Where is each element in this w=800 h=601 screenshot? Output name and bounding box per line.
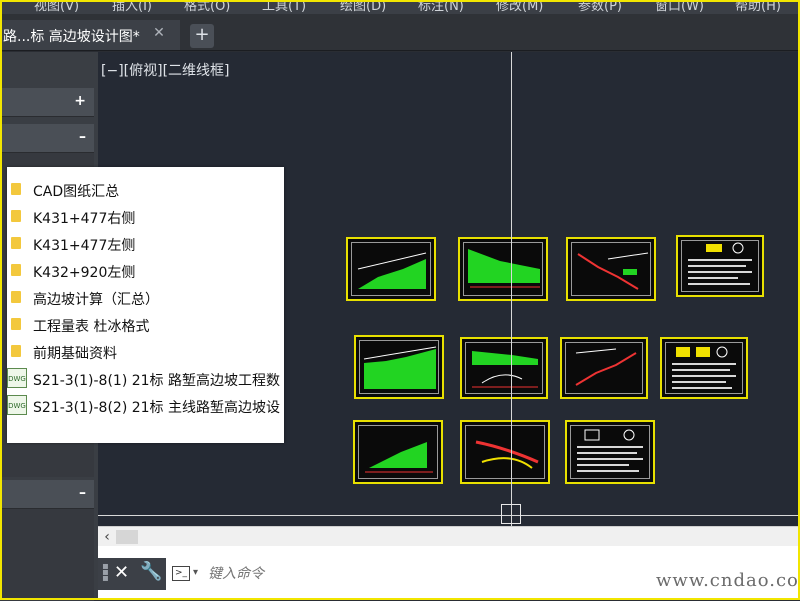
drawing-sheet[interactable] — [346, 237, 436, 301]
menu-modify[interactable]: 修改(M) — [496, 0, 543, 14]
document-tab[interactable]: 路...标 高边坡设计图* ✕ — [0, 20, 180, 50]
list-item[interactable]: K431+477右侧 — [7, 204, 284, 230]
folder-name: K432+920左侧 — [33, 265, 136, 281]
list-item[interactable]: 前期基础资料 — [7, 339, 284, 365]
viewport-controls-label[interactable]: [−][俯视][二维线框] — [101, 60, 230, 80]
list-item[interactable]: K431+477左侧 — [7, 231, 284, 257]
drawing-sheet[interactable] — [353, 420, 443, 484]
palette-section-header-1[interactable]: + — [0, 88, 94, 117]
scroll-left-arrow-icon[interactable]: ‹ — [98, 527, 116, 547]
folder-icon — [11, 345, 21, 357]
file-list-popup: CAD图纸汇总 K431+477右侧 K431+477左侧 K432+920左侧… — [7, 167, 284, 443]
list-item[interactable]: K432+920左侧 — [7, 258, 284, 284]
menu-view[interactable]: 视图(V) — [34, 0, 79, 14]
list-item[interactable]: DWG S21-3(1)-8(2) 21标 主线路堑高边坡设 — [7, 393, 284, 419]
command-input[interactable] — [208, 564, 508, 584]
drag-grip-icon[interactable]: ▪ ▪ ▪ — [102, 562, 109, 584]
drawing-sheet[interactable] — [354, 335, 444, 399]
drawing-sheet[interactable] — [676, 235, 764, 297]
watermark-text: www.cndao.com — [656, 570, 800, 591]
drawing-sheet[interactable] — [460, 337, 548, 399]
dwg-file-icon: DWG — [7, 395, 27, 415]
menu-insert[interactable]: 插入(I) — [112, 0, 152, 14]
folder-name: 工程量表 杜冰格式 — [33, 319, 150, 335]
command-prompt-icon[interactable]: >_ — [172, 566, 190, 581]
drawing-sheet[interactable] — [566, 237, 656, 301]
crosshair-horizontal — [98, 515, 798, 516]
command-line-tools: ▪ ▪ ▪ ✕ 🔧 — [98, 558, 166, 590]
folder-name: 前期基础资料 — [33, 346, 117, 362]
document-tab-label: 路...标 高边坡设计图* — [3, 29, 140, 45]
close-icon[interactable]: ✕ — [114, 562, 129, 583]
close-icon[interactable]: ✕ — [152, 26, 166, 40]
palette-section-body-2 — [0, 509, 94, 601]
crosshair-pickbox — [501, 504, 521, 524]
folder-icon — [11, 183, 21, 195]
new-tab-button[interactable]: + — [190, 24, 214, 48]
crosshair-vertical — [511, 52, 512, 526]
horizontal-scrollbar[interactable]: ‹ — [98, 526, 800, 547]
menu-window[interactable]: 窗口(W) — [655, 0, 704, 14]
folder-name: 高边坡计算（汇总） — [33, 292, 159, 308]
drawing-sheet[interactable] — [460, 420, 550, 484]
folder-icon — [11, 237, 21, 249]
command-line-bar: ▪▪▪ ✕ 🔧 >_ ▾ www.cndao.com — [98, 546, 800, 600]
list-item[interactable]: 工程量表 杜冰格式 — [7, 312, 284, 338]
expand-icon[interactable]: + — [74, 93, 86, 109]
palette-section-header-2[interactable]: – — [0, 124, 94, 153]
collapse-icon[interactable]: – — [79, 129, 86, 145]
menu-bar: 视图(V) 插入(I) 格式(O) 工具(T) 绘图(D) 标注(N) 修改(M… — [0, 0, 800, 14]
document-tab-bar: 路...标 高边坡设计图* ✕ + — [0, 14, 800, 51]
menu-tools[interactable]: 工具(T) — [262, 0, 306, 14]
chevron-down-icon[interactable]: ▾ — [193, 567, 198, 578]
folder-name: K431+477左侧 — [33, 238, 136, 254]
file-name: S21-3(1)-8(2) 21标 主线路堑高边坡设 — [33, 400, 280, 416]
drawing-sheet[interactable] — [560, 337, 648, 399]
folder-icon — [11, 291, 21, 303]
palette-section-header-3[interactable]: – — [0, 480, 94, 509]
menu-dimension[interactable]: 标注(N) — [418, 0, 464, 14]
collapse-icon[interactable]: – — [79, 485, 86, 501]
menu-help[interactable]: 帮助(H) — [735, 0, 781, 14]
folder-name: CAD图纸汇总 — [33, 184, 120, 200]
drawing-sheet[interactable] — [565, 420, 655, 484]
folder-icon — [11, 264, 21, 276]
wrench-icon[interactable]: 🔧 — [140, 561, 162, 582]
menu-draw[interactable]: 绘图(D) — [340, 0, 386, 14]
drawing-sheet[interactable] — [458, 237, 548, 301]
file-name: S21-3(1)-8(1) 21标 路堑高边坡工程数 — [33, 373, 280, 389]
folder-name: K431+477右侧 — [33, 211, 136, 227]
drawing-sheet[interactable] — [660, 337, 748, 399]
menu-params[interactable]: 参数(P) — [578, 0, 622, 14]
folder-icon — [11, 318, 21, 330]
scrollbar-thumb[interactable] — [116, 530, 138, 544]
list-item[interactable]: 高边坡计算（汇总） — [7, 285, 284, 311]
dwg-file-icon: DWG — [7, 368, 27, 388]
folder-icon — [11, 210, 21, 222]
list-item[interactable]: CAD图纸汇总 — [7, 177, 284, 203]
list-item[interactable]: DWG S21-3(1)-8(1) 21标 路堑高边坡工程数 — [7, 366, 284, 392]
menu-format[interactable]: 格式(O) — [184, 0, 230, 14]
